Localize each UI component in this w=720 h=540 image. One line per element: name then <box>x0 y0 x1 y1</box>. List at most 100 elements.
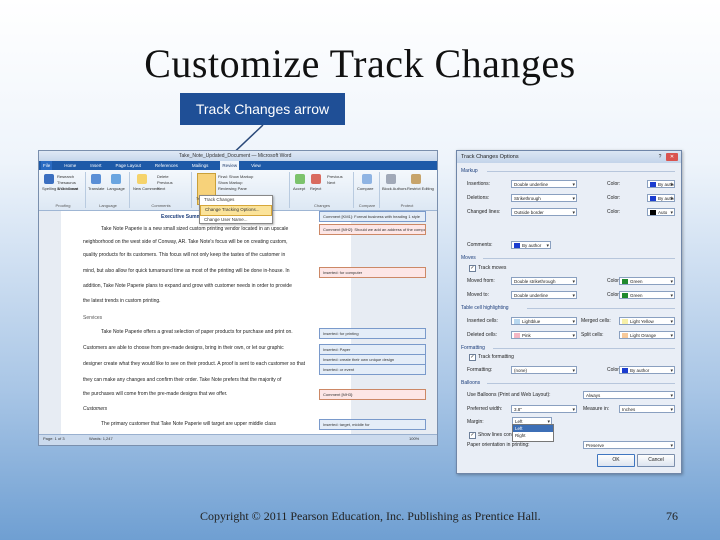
inserted-cells-dropdown[interactable]: Lightblue <box>511 317 577 325</box>
balloon-inserted-5[interactable]: Inserted: or event <box>319 364 426 375</box>
color-swatch <box>514 319 520 324</box>
tab-review[interactable]: Review <box>220 161 240 170</box>
reviewing-pane-button[interactable]: Reviewing Pane <box>218 186 247 191</box>
research-button[interactable]: Research <box>57 174 74 179</box>
tab-page-layout[interactable]: Page Layout <box>114 161 143 170</box>
track-formatting-checkbox[interactable]: ✓ <box>469 354 476 361</box>
language-icon[interactable] <box>111 174 121 184</box>
block-authors-button[interactable]: Block Authors <box>382 186 406 191</box>
tab-view[interactable]: View <box>249 161 263 170</box>
doc-line-6: the latest trends in custom printing. <box>83 298 161 304</box>
tab-file[interactable]: File <box>41 161 53 170</box>
compare-button[interactable]: Compare <box>357 186 373 191</box>
moved-from-color-dropdown[interactable]: Green <box>619 277 675 285</box>
color-swatch <box>514 333 520 338</box>
margin-label: Margin: <box>467 419 484 425</box>
tab-references[interactable]: References <box>153 161 180 170</box>
merged-cells-dropdown[interactable]: Light Yellow <box>619 317 675 325</box>
accept-icon[interactable] <box>295 174 305 184</box>
show-markup-button[interactable]: Show Markup <box>218 180 242 185</box>
group-comments: New Comment Delete Previous Next Comment… <box>131 172 192 208</box>
split-cells-dropdown[interactable]: Light Orange <box>619 331 675 339</box>
changed-lines-color-value: Auto <box>658 210 668 215</box>
moved-to-dropdown[interactable]: Double underline <box>511 291 577 299</box>
status-words[interactable]: Words: 1,247 <box>89 436 113 441</box>
block-authors-icon[interactable] <box>386 174 396 184</box>
tab-home[interactable]: Home <box>62 161 78 170</box>
word-count-button[interactable]: Word Count <box>57 186 78 191</box>
translate-icon[interactable] <box>91 174 101 184</box>
slide-footer: Copyright © 2011 Pearson Education, Inc.… <box>200 509 541 523</box>
display-for-review-dropdown[interactable]: Final: Show Markup <box>218 174 253 179</box>
word-titlebar: Take_Note_Updated_Document — Microsoft W… <box>39 151 437 161</box>
balloon-inserted-1[interactable]: Inserted: for computer <box>319 267 426 278</box>
measure-in-dropdown[interactable]: Inches <box>619 405 675 413</box>
restrict-editing-button[interactable]: Restrict Editing <box>407 186 434 191</box>
group-label-compare: Compare <box>358 203 376 208</box>
ok-button[interactable]: OK <box>597 454 635 467</box>
insertions-color-dropdown[interactable]: By author <box>647 180 675 188</box>
document-page[interactable]: Executive Summary Take Note Paperie is a… <box>61 211 351 435</box>
new-comment-icon[interactable] <box>137 174 147 184</box>
changed-lines-dropdown[interactable]: Outside border <box>511 208 577 216</box>
tab-insert[interactable]: Insert <box>88 161 103 170</box>
deleted-cells-value: Pink <box>522 333 531 338</box>
deletions-dropdown[interactable]: Strikethrough <box>511 194 577 202</box>
changed-lines-color-dropdown[interactable]: Auto <box>647 208 675 216</box>
thesaurus-button[interactable]: Thesaurus <box>57 180 76 185</box>
menu-item-change-tracking-options[interactable]: Change Tracking Options... <box>200 205 272 216</box>
balloon-comment-3[interactable]: Comment [MH3]: <box>319 389 426 400</box>
status-page[interactable]: Page: 1 of 3 <box>43 436 65 441</box>
menu-item-change-user-name[interactable]: Change User Name... <box>200 216 272 225</box>
moved-from-dropdown[interactable]: Double strikethrough <box>511 277 577 285</box>
group-label-proofing: Proofing <box>55 203 71 208</box>
reject-icon[interactable] <box>311 174 321 184</box>
deleted-cells-dropdown[interactable]: Pink <box>511 331 577 339</box>
balloon-comment-2[interactable]: Comment [MH2]: Should we add an address … <box>319 224 426 235</box>
next-comment-button[interactable]: Next <box>157 186 165 191</box>
help-icon[interactable]: ? <box>656 153 664 161</box>
moved-to-color-dropdown[interactable]: Green <box>619 291 675 299</box>
formatting-color-dropdown[interactable]: By author <box>619 366 675 374</box>
balloon-inserted-6[interactable]: Inserted: target, middle for <box>319 419 426 430</box>
status-zoom[interactable]: 100% <box>409 436 419 441</box>
ribbon-tabs: File Home Insert Page Layout References … <box>39 161 437 170</box>
doc-line-11: the purchases will come from the pre-mad… <box>83 391 228 397</box>
balloon-comment-1[interactable]: Comment [KM1]: Format business with head… <box>319 211 426 222</box>
previous-change-button[interactable]: Previous <box>327 174 343 179</box>
deletions-color-dropdown[interactable]: By author <box>647 194 675 202</box>
margin-option-left[interactable]: Left <box>513 425 553 432</box>
menu-item-track-changes[interactable]: Track Changes <box>200 196 272 205</box>
close-icon[interactable]: ✕ <box>666 153 678 161</box>
margin-option-right[interactable]: Right <box>513 432 553 439</box>
balloon-inserted-2[interactable]: Inserted: for printing <box>319 328 426 339</box>
insertions-dropdown[interactable]: Double underline <box>511 180 577 188</box>
language-button[interactable]: Language <box>107 186 125 191</box>
new-comment-button[interactable]: New Comment <box>133 186 159 191</box>
formatting-dropdown[interactable]: (none) <box>511 366 577 374</box>
preferred-width-spinner[interactable]: 3.8" <box>511 405 577 413</box>
next-change-button[interactable]: Next <box>327 180 335 185</box>
tab-mailings[interactable]: Mailings <box>190 161 211 170</box>
cancel-button[interactable]: Cancel <box>637 454 675 467</box>
comments-color-dropdown[interactable]: By author <box>511 241 551 249</box>
compare-icon[interactable] <box>362 174 372 184</box>
restrict-editing-icon[interactable] <box>411 174 421 184</box>
reject-button[interactable]: Reject <box>310 186 321 191</box>
color-swatch <box>622 368 628 373</box>
color-swatch <box>650 196 656 201</box>
track-moves-checkbox[interactable]: ✓ <box>469 265 476 272</box>
translate-button[interactable]: Translate <box>88 186 105 191</box>
changed-lines-label: Changed lines: <box>467 209 501 215</box>
show-lines-checkbox[interactable]: ✓ <box>469 432 476 439</box>
group-changes: Accept Reject Previous Next Changes <box>291 172 354 208</box>
use-balloons-dropdown[interactable]: Always <box>583 391 675 399</box>
color-swatch <box>514 243 520 248</box>
accept-button[interactable]: Accept <box>293 186 305 191</box>
paper-orientation-dropdown[interactable]: Preserve <box>583 441 675 449</box>
delete-comment-button[interactable]: Delete <box>157 174 169 179</box>
moved-from-label: Moved from: <box>467 278 495 284</box>
spelling-icon[interactable] <box>44 174 54 184</box>
previous-comment-button[interactable]: Previous <box>157 180 173 185</box>
section-divider <box>483 258 675 259</box>
